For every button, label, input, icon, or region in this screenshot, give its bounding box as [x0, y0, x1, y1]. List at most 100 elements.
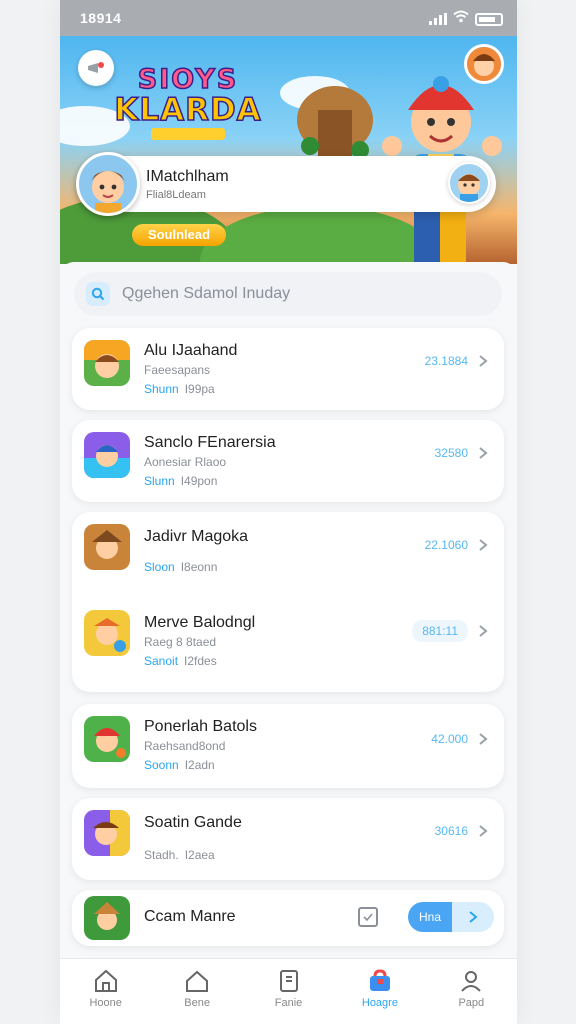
game-card: Ponerlah Batols Raehsand8ond Soonn I2adn … [72, 704, 504, 788]
game-meta-text: I49pon [180, 474, 218, 488]
game-title: Merve Balodngl [144, 614, 256, 631]
game-card: Ccam Manre Hna [72, 890, 504, 946]
game-icon-7 [84, 896, 130, 940]
game-icon-5 [84, 716, 130, 762]
game-card: Sanclo FEnarersia Aonesiar Rlaoo Slunn I4… [72, 420, 504, 502]
home-icon [94, 969, 117, 992]
logo-line-1: SIOYS [137, 64, 239, 95]
game-value: 881:11 [412, 620, 468, 642]
game-meta: Soonn I2adn [144, 758, 215, 772]
game-meta-tag: Sanoit [144, 654, 179, 668]
game-logo: SIOYS KLARDA [108, 64, 268, 140]
game-row-2[interactable]: Sanclo FEnarersia Aonesiar Rlaoo Slunn I4… [72, 420, 504, 504]
game-row-4[interactable]: Merve Balodngl Raeg 8 8taed Sanoit I2fdes… [72, 602, 504, 686]
status-bar: 18914 [60, 0, 517, 36]
nav-label: Hoagre [361, 997, 398, 1009]
battery-icon [475, 12, 503, 26]
avatar-boy-icon [91, 171, 125, 213]
game-subtitle: Aonesiar Rlaoo [144, 455, 227, 469]
game-bag-icon [369, 969, 390, 991]
chevron-right-icon [469, 911, 478, 923]
status-icons [429, 10, 503, 28]
game-meta: Sanoit I2fdes [144, 654, 217, 668]
hero-banner: SIOYS KLARDA IMatchlham Flial8Ldeam Soul… [60, 36, 517, 264]
nav-label: Papd [458, 997, 485, 1009]
row-actions: Hna [358, 902, 494, 932]
nav-label: Fanie [274, 997, 303, 1009]
game-title: Alu IJaahand [144, 342, 238, 359]
search-icon [86, 282, 110, 306]
game-meta-tag: Stadh. [144, 848, 179, 862]
game-meta-tag: Shunn [144, 382, 179, 396]
game-value: 22.1060 [424, 538, 468, 552]
game-icon-1 [84, 340, 130, 386]
chevron-right-icon [479, 825, 488, 837]
house-outline-icon [186, 970, 209, 992]
nav-item-fanie[interactable]: Fanie [243, 959, 334, 1024]
chevron-right-icon [479, 625, 488, 637]
chevron-right-icon [479, 355, 488, 367]
game-meta: Slunn I49pon [144, 474, 217, 488]
nav-item-bene[interactable]: Bene [151, 959, 242, 1024]
profile-subtitle: Flial8Ldeam [146, 189, 206, 201]
game-meta-text: I2aea [184, 848, 215, 862]
game-title: Sanclo FEnarersia [144, 434, 276, 451]
game-value: 42.000 [431, 732, 468, 746]
game-title: Jadivr Magoka [144, 528, 249, 545]
friend-avatar[interactable] [448, 162, 490, 204]
game-meta-tag: Soonn [144, 758, 179, 772]
game-row-1[interactable]: Alu IJaahand Faeesapans Shunn I99pa 23.18… [72, 328, 504, 412]
chevron-right-icon [479, 447, 488, 459]
game-row-7[interactable]: Ccam Manre Hna [72, 890, 504, 946]
profile-avatar[interactable] [76, 152, 140, 216]
game-meta-tag: Sloon [144, 560, 175, 574]
main-content: Alu IJaahand Faeesapans Shunn I99pa 23.18… [60, 262, 517, 962]
nav-item-home[interactable]: Hoone [60, 959, 151, 1024]
user-avatar[interactable] [464, 44, 504, 84]
game-meta: Stadh. I2aea [144, 848, 215, 862]
avatar-face-icon [467, 47, 501, 81]
game-icon-4 [84, 610, 130, 656]
nav-item-profile[interactable]: Papd [426, 959, 517, 1024]
logo-line-2: KLARDA [114, 92, 262, 128]
signal-icon [429, 13, 447, 25]
game-icon-3 [84, 524, 130, 570]
profile-name: IMatchlham [146, 168, 229, 185]
game-value: 32580 [434, 446, 468, 460]
banner-action-button[interactable]: Soulnlead [132, 224, 226, 246]
game-title: Ccam Manre [144, 908, 236, 925]
game-title: Ponerlah Batols [144, 718, 257, 735]
search-input[interactable] [122, 272, 482, 316]
bottom-navigation: Hoone Bene Fanie Hoagre Papd [60, 958, 517, 1024]
game-row-6[interactable]: Soatin Gande Stadh. I2aea 30616 [72, 798, 504, 882]
game-card: Soatin Gande Stadh. I2aea 30616 [72, 798, 504, 880]
document-icon [279, 970, 298, 992]
status-time: 18914 [80, 10, 122, 26]
play-control[interactable]: Hna [408, 902, 494, 932]
forward-button[interactable] [452, 902, 494, 932]
profile-card[interactable]: IMatchlham Flial8Ldeam [76, 152, 496, 216]
game-subtitle: Raeg 8 8taed [144, 635, 217, 649]
nav-item-hoagre[interactable]: Hoagre [334, 959, 425, 1024]
chevron-right-icon [479, 733, 488, 745]
game-subtitle: Faeesapans [144, 363, 211, 377]
game-meta-text: I2adn [184, 758, 215, 772]
game-card: Jadivr Magoka Sloon I8eonn 22.1060 Merve … [72, 512, 504, 692]
avatar-small-icon [458, 174, 480, 202]
profile-icon [461, 971, 482, 992]
play-button[interactable]: Hna [408, 902, 452, 932]
search-bar[interactable] [74, 272, 502, 316]
nav-label: Bene [184, 997, 210, 1009]
checkbox-icon[interactable] [358, 907, 378, 927]
game-value: 30616 [434, 824, 468, 838]
game-meta: Shunn I99pa [144, 382, 215, 396]
game-meta-tag: Slunn [144, 474, 175, 488]
game-title: Soatin Gande [144, 814, 242, 831]
chevron-right-icon [479, 539, 488, 551]
game-meta-text: I2fdes [184, 654, 217, 668]
game-meta: Sloon I8eonn [144, 560, 217, 574]
game-value: 23.1884 [424, 354, 468, 368]
game-icon-6 [84, 810, 130, 856]
game-row-5[interactable]: Ponerlah Batols Raehsand8ond Soonn I2adn … [72, 704, 504, 788]
game-row-3[interactable]: Jadivr Magoka Sloon I8eonn 22.1060 [72, 512, 504, 596]
